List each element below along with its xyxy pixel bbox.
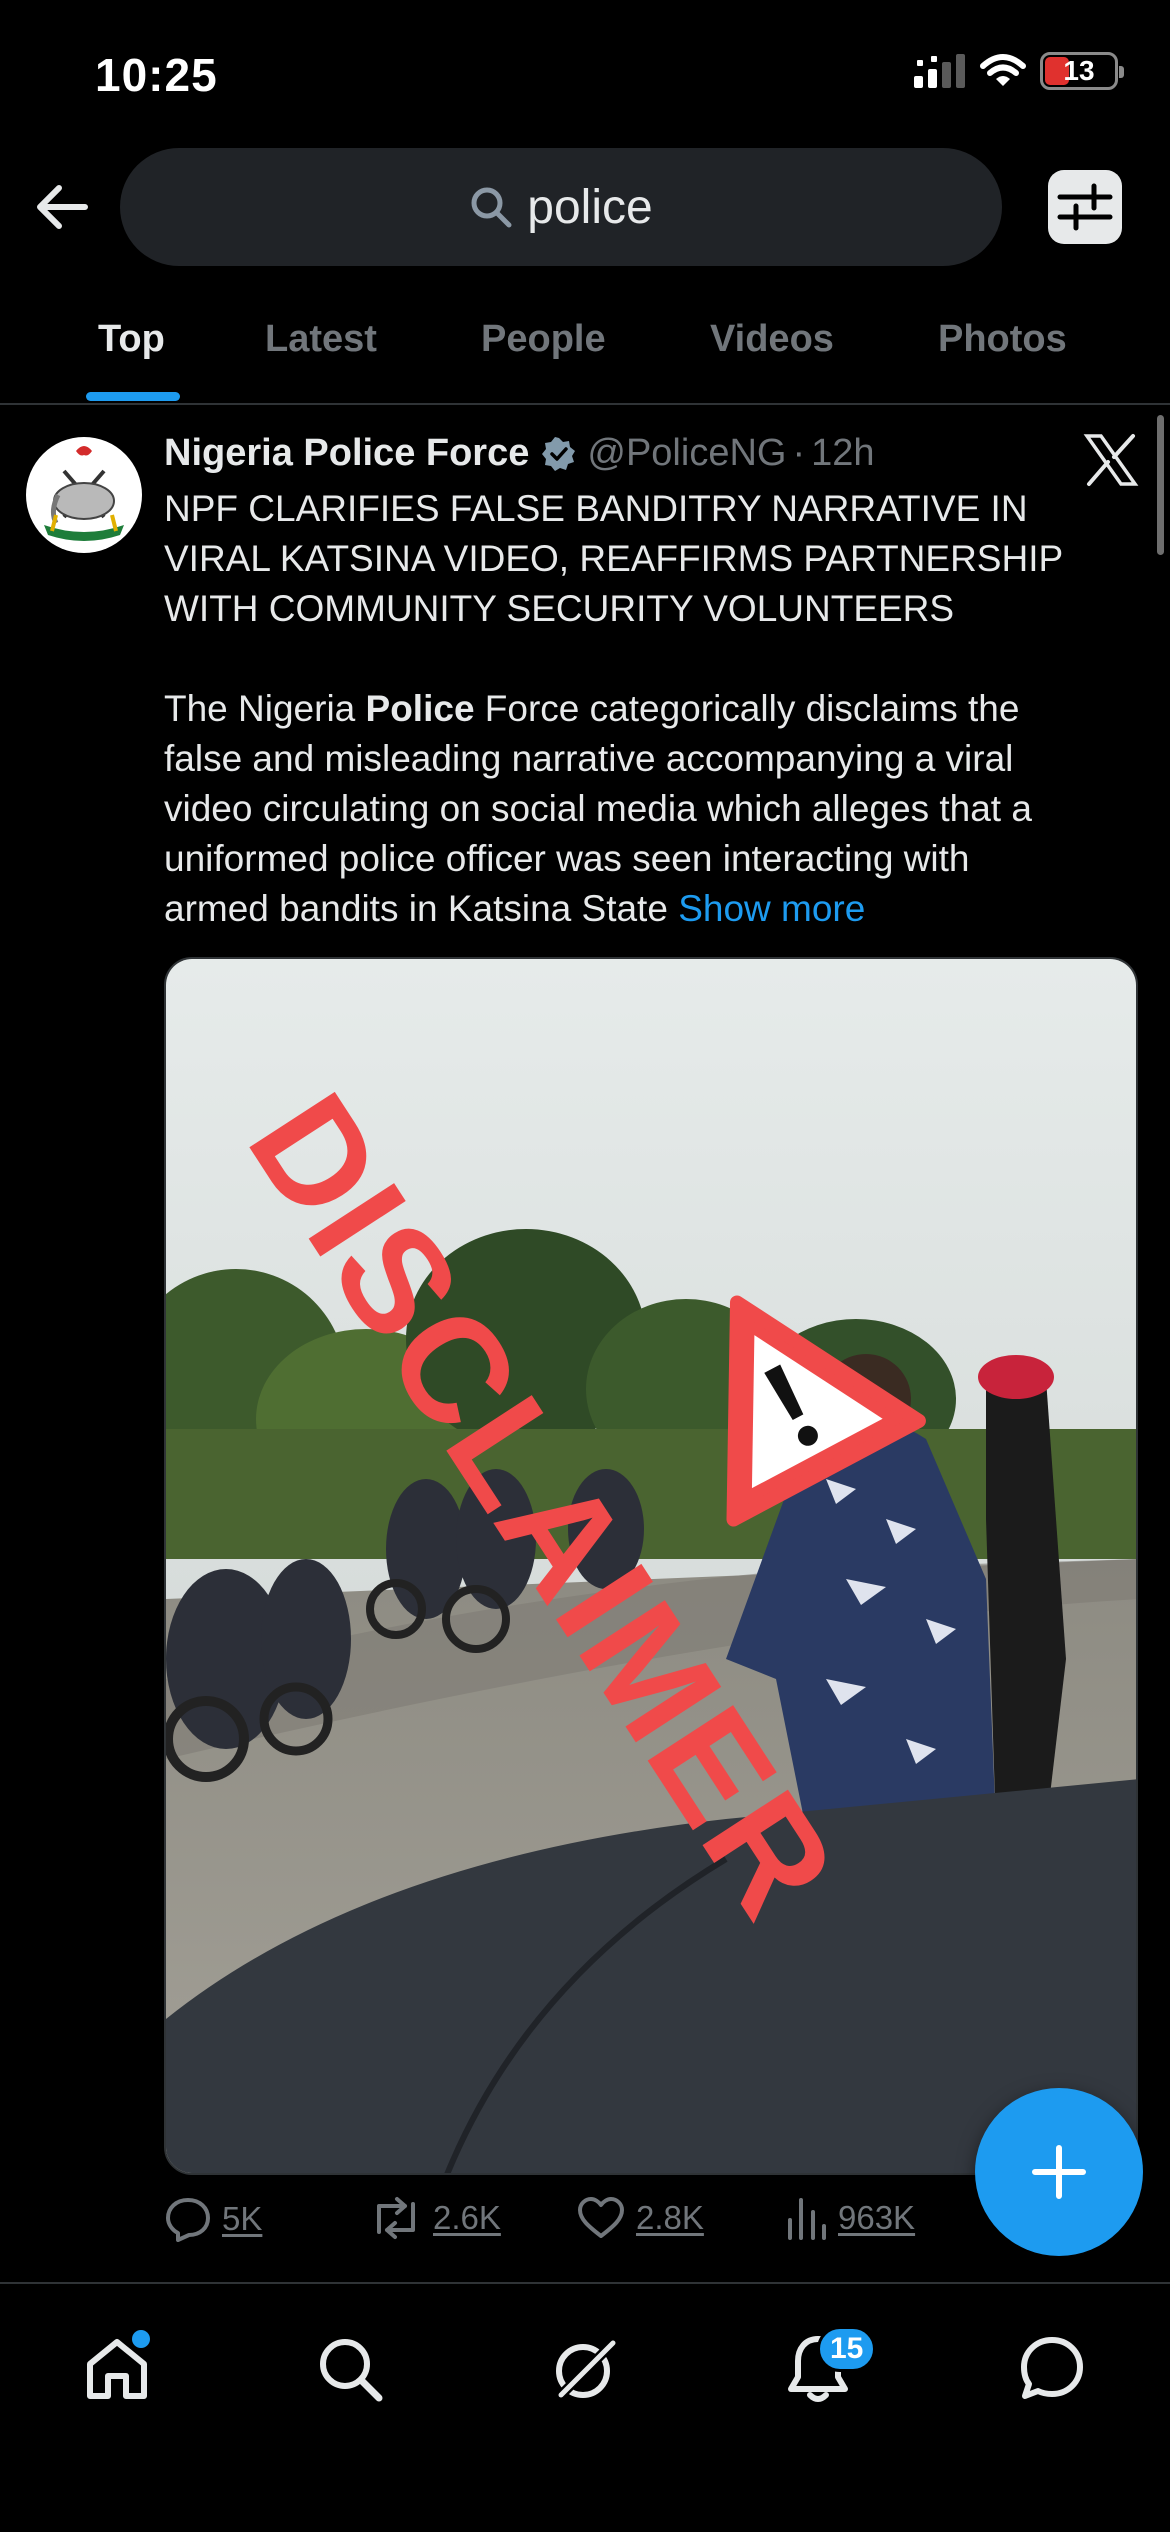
- battery-indicator: 13: [1040, 52, 1124, 90]
- search-input[interactable]: police: [120, 148, 1002, 266]
- nav-grok[interactable]: [540, 2324, 630, 2414]
- repost-icon: [377, 2197, 415, 2239]
- nav-search[interactable]: [305, 2324, 395, 2414]
- like-count: 2.8K: [636, 2199, 704, 2236]
- tweet-media-image[interactable]: DISCLAIMER: [164, 957, 1138, 2175]
- repost-button[interactable]: 2.6K: [369, 2196, 501, 2240]
- repost-count: 2.6K: [433, 2199, 501, 2236]
- scrollbar[interactable]: [1157, 415, 1164, 555]
- author-handle[interactable]: @PoliceNG: [587, 432, 786, 475]
- reply-button[interactable]: 5K: [164, 2196, 262, 2242]
- author-name[interactable]: Nigeria Police Force: [164, 432, 529, 475]
- body-line: uniformed police officer was seen intera…: [164, 838, 970, 879]
- body-text: Force categorically disclaims the: [474, 688, 1020, 729]
- author-avatar[interactable]: [26, 437, 142, 553]
- police-crest-logo: [28, 439, 140, 551]
- messages-icon: [1021, 2337, 1083, 2399]
- wifi-icon: [980, 54, 1026, 86]
- compose-button[interactable]: [975, 2088, 1143, 2256]
- body-line: armed bandits in Katsina State Show more: [164, 884, 1124, 934]
- x-logo-icon: [1083, 432, 1139, 488]
- nav-home[interactable]: [72, 2324, 162, 2414]
- title-line: VIRAL KATSINA VIDEO, REAFFIRMS PARTNERSH…: [164, 538, 1064, 579]
- views-button[interactable]: 963K: [786, 2196, 915, 2240]
- body-text: The Nigeria: [164, 688, 366, 729]
- tab-latest[interactable]: Latest: [265, 318, 377, 361]
- search-query: police: [527, 180, 653, 234]
- search-filter-button[interactable]: [1048, 170, 1122, 244]
- tab-videos[interactable]: Videos: [710, 318, 834, 361]
- reply-icon: [166, 2198, 210, 2242]
- back-button[interactable]: [28, 177, 96, 237]
- title-line: WITH COMMUNITY SECURITY VOLUNTEERS: [164, 588, 955, 629]
- tab-people[interactable]: People: [481, 318, 606, 361]
- tab-top[interactable]: Top: [98, 318, 165, 361]
- disclaimer-image: DISCLAIMER: [166, 959, 1136, 2173]
- nav-messages[interactable]: [1007, 2324, 1097, 2414]
- body-text: armed bandits in Katsina State: [164, 888, 679, 929]
- nav-notifications[interactable]: 15: [773, 2324, 877, 2414]
- search-tabs: Top Latest People Videos Photos: [0, 290, 1170, 405]
- status-time: 10:25: [95, 49, 218, 101]
- tweet-header: Nigeria Police Force @PoliceNG · 12h: [164, 432, 875, 475]
- search-nav-icon: [320, 2339, 383, 2402]
- grok-icon: [555, 2337, 619, 2401]
- back-arrow-icon: [37, 185, 88, 229]
- search-icon: [471, 187, 512, 228]
- bottom-navigation: 15: [0, 2282, 1170, 2532]
- highlighted-term: Police: [365, 688, 475, 729]
- filter-icon: [1057, 183, 1113, 231]
- body-line: false and misleading narrative accompany…: [164, 738, 1014, 779]
- tweet-body: The Nigeria Police Force categorically d…: [164, 684, 1124, 934]
- views-count: 963K: [838, 2199, 916, 2236]
- verified-badge-icon: [541, 436, 577, 472]
- like-button[interactable]: 2.8K: [576, 2196, 704, 2240]
- title-line: NPF CLARIFIES FALSE BANDITRY NARRATIVE I…: [164, 488, 1028, 529]
- status-bar: 10:25 13: [0, 0, 1170, 140]
- home-unread-dot: [132, 2330, 150, 2348]
- views-icon: [788, 2198, 826, 2240]
- status-icons: 13: [914, 52, 1124, 90]
- battery-level: 13: [1063, 55, 1095, 86]
- cellular-signal-icon: [914, 54, 965, 88]
- notification-count-badge: 15: [817, 2326, 877, 2372]
- header-separator: ·: [792, 432, 806, 474]
- like-icon: [578, 2197, 624, 2238]
- tweet-time[interactable]: 12h: [811, 432, 874, 475]
- body-line: video circulating on social media which …: [164, 788, 1032, 829]
- show-more-link[interactable]: Show more: [678, 888, 865, 929]
- compose-plus-icon: [1032, 2145, 1086, 2199]
- tweet-title: NPF CLARIFIES FALSE BANDITRY NARRATIVE I…: [164, 484, 1124, 634]
- active-tab-indicator: [86, 392, 180, 401]
- reply-count: 5K: [222, 2200, 263, 2237]
- tab-photos[interactable]: Photos: [938, 318, 1067, 361]
- body-line: The Nigeria Police Force categorically d…: [164, 684, 1124, 734]
